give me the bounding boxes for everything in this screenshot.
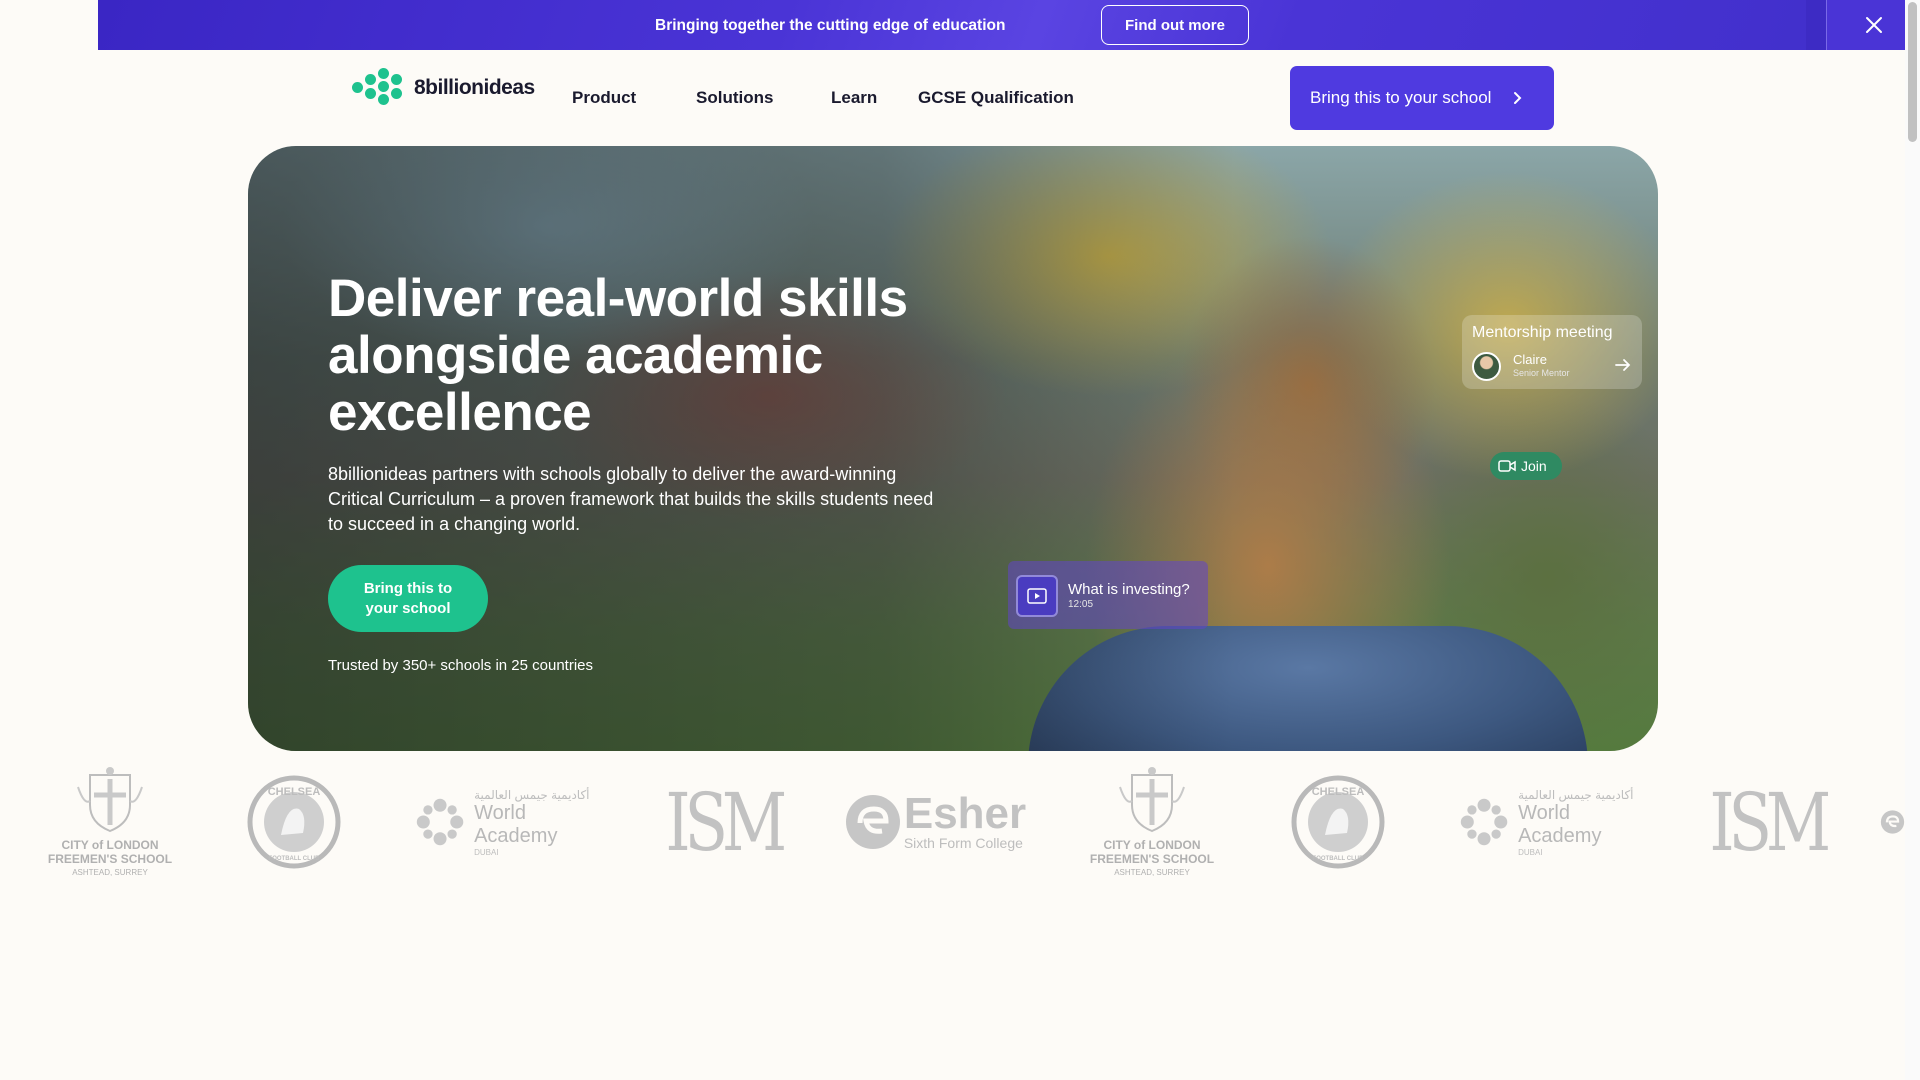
partner-line2: World Academy <box>1518 801 1602 847</box>
hero-description: 8billionideas partners with schools glob… <box>328 464 934 534</box>
hero-bring-to-school-button[interactable]: Bring this to your school <box>328 565 488 632</box>
partner-logo-city-of-london: CITY of LONDON FREEMEN'S SCHOOL ASHTEAD,… <box>1082 752 1222 892</box>
partner-logo-ism: ISM <box>1709 752 1831 892</box>
partner-logo-city-of-london: CITY of LONDON FREEMEN'S SCHOOL ASHTEAD,… <box>40 752 180 892</box>
partner-logo-ism: ISM <box>665 752 787 892</box>
partner-line2: FREEMEN'S SCHOOL <box>47 851 173 866</box>
world-academy-emblem-icon <box>1460 798 1508 846</box>
partner-logo-world-academy: أكاديمية جيمس العالمية World Academy DUB… <box>1458 752 1648 892</box>
partner-line1: Esher <box>903 789 1027 838</box>
partner-line3: DUBAI <box>474 847 499 857</box>
partner-logo-esher: Esher Sixth Form College <box>840 752 1030 892</box>
avatar <box>1472 352 1501 381</box>
partner-logo-esher-partial <box>1880 752 1905 892</box>
nav-cta-label: Bring this to your school <box>1310 88 1492 107</box>
chelsea-crest-icon: CHELSEA FOOTBALL CLUB <box>247 775 341 869</box>
partner-line2: FOOTBALL CLUB <box>269 856 321 862</box>
mentor-role: Senior Mentor <box>1513 368 1570 378</box>
partner-line1: CHELSEA <box>1312 786 1365 798</box>
page: Bringing together the cutting edge of ed… <box>0 0 1920 1080</box>
join-label: Join <box>1521 458 1547 474</box>
main-nav: 8billionideas Product Solutions Learn GC… <box>0 50 1905 144</box>
partner-line1: أكاديمية جيمس العالمية <box>1518 787 1634 802</box>
hero-section: Deliver real-world skills alongside acad… <box>248 146 1658 751</box>
hero-title: Deliver real-world skills alongside acad… <box>328 269 908 442</box>
scrollbar-thumb[interactable] <box>1908 2 1917 142</box>
partner-line2: World Academy <box>474 801 558 847</box>
partner-line3: DUBAI <box>1518 847 1543 857</box>
banner-text: Bringing together the cutting edge of ed… <box>655 17 1006 34</box>
announcement-banner: Bringing together the cutting edge of ed… <box>0 0 1920 50</box>
logo-text: 8billionideas <box>414 76 535 99</box>
nav-gcse-qualification[interactable]: GCSE Qualification <box>918 88 1074 108</box>
mentor-name: Claire <box>1513 352 1547 367</box>
partner-line1: ISM <box>1709 775 1831 869</box>
nav-bring-to-school-button[interactable]: Bring this to your school <box>1290 66 1554 130</box>
join-button[interactable]: Join <box>1490 452 1562 480</box>
esher-e-icon <box>1880 810 1905 834</box>
video-duration: 12:05 <box>1068 599 1094 610</box>
partner-line3: ASHTEAD, SURREY <box>1114 867 1190 877</box>
play-icon <box>1027 588 1047 604</box>
chelsea-crest-icon: CHELSEA FOOTBALL CLUB <box>1291 775 1385 869</box>
partner-line3: ASHTEAD, SURREY <box>72 867 148 877</box>
video-card[interactable]: What is investing? 12:05 <box>1008 561 1208 629</box>
partner-line2: FREEMEN'S SCHOOL <box>1089 851 1215 866</box>
esher-e-icon <box>845 795 900 849</box>
mentorship-card[interactable]: Mentorship meeting Claire Senior Mentor <box>1462 315 1642 389</box>
partner-line1: CHELSEA <box>268 786 321 798</box>
chevron-right-icon <box>1514 92 1522 104</box>
trust-text: Trusted by 350+ schools in 25 countries <box>328 657 594 674</box>
world-academy-emblem-icon <box>416 798 464 846</box>
partner-line1: أكاديمية جيمس العالمية <box>474 787 590 802</box>
partner-logo-chelsea: CHELSEA FOOTBALL CLUB <box>246 752 342 892</box>
partner-line1: CITY of LONDON <box>1103 837 1201 852</box>
partner-line1: CITY of LONDON <box>61 837 159 852</box>
partner-logo-world-academy: أكاديمية جيمس العالمية World Academy DUB… <box>414 752 604 892</box>
partner-logo-chelsea: CHELSEA FOOTBALL CLUB <box>1290 752 1386 892</box>
nav-product[interactable]: Product <box>572 88 636 108</box>
partner-line1: ISM <box>665 775 787 869</box>
partner-line2: Sixth Form College <box>903 835 1023 851</box>
video-camera-icon <box>1498 460 1516 472</box>
partner-line2: FOOTBALL CLUB <box>1313 856 1365 862</box>
close-icon <box>1865 17 1882 33</box>
crest-icon <box>77 766 143 832</box>
nav-learn[interactable]: Learn <box>831 88 877 108</box>
brand-logo[interactable]: 8billionideas <box>352 68 535 108</box>
find-out-more-button[interactable]: Find out more <box>1101 5 1249 45</box>
arrow-right-icon <box>1615 359 1631 371</box>
page-scrollbar[interactable] <box>1905 0 1920 1080</box>
video-title: What is investing? <box>1068 581 1190 598</box>
nav-solutions[interactable]: Solutions <box>696 88 773 108</box>
mentorship-title: Mentorship meeting <box>1472 324 1613 341</box>
partner-logos: CITY of LONDON FREEMEN'S SCHOOL ASHTEAD,… <box>0 752 1905 892</box>
logo-dots-icon <box>352 68 414 108</box>
video-thumbnail <box>1016 575 1058 617</box>
crest-icon <box>1119 766 1185 832</box>
